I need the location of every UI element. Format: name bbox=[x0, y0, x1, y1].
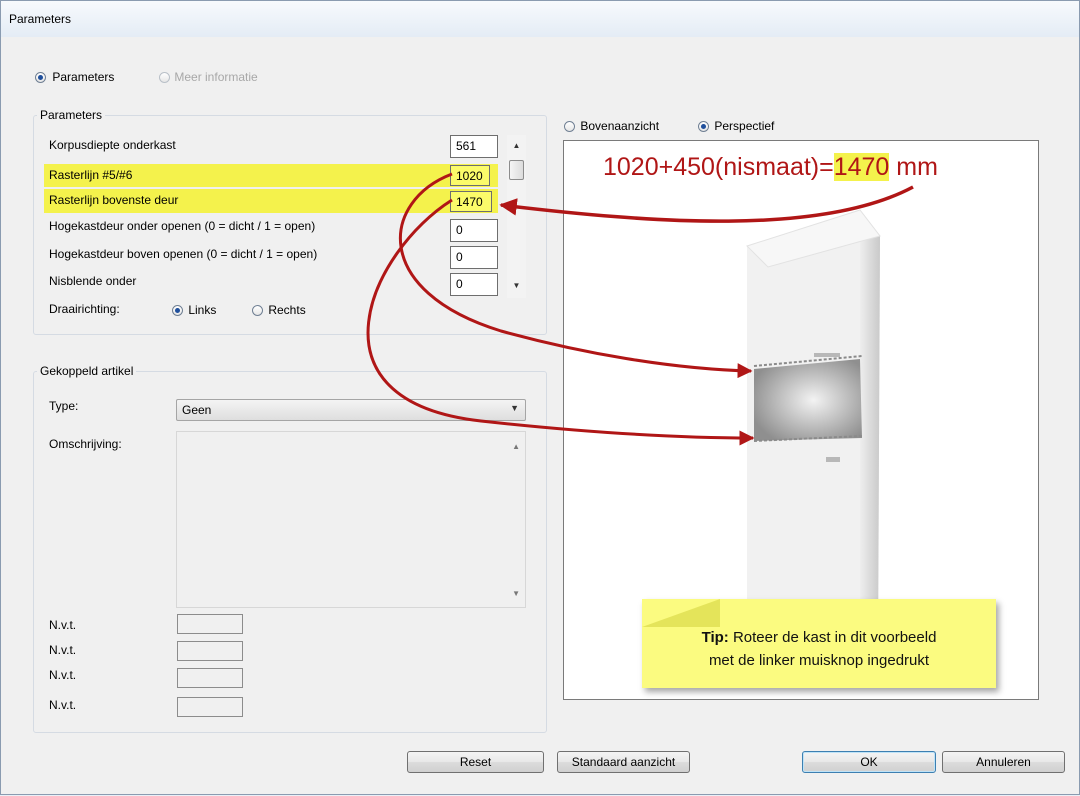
textarea-scroll-down-icon[interactable]: ▼ bbox=[512, 589, 520, 598]
radio-meer-informatie-label: Meer informatie bbox=[174, 70, 258, 84]
type-dropdown[interactable]: Geen ▼ bbox=[176, 399, 526, 421]
parameters-scrollbar-thumb[interactable] bbox=[509, 160, 524, 180]
tip-note: Tip: Roteer de kast in dit voorbeeld met… bbox=[642, 599, 996, 688]
tip-bold: Tip: bbox=[701, 629, 729, 646]
chevron-down-icon[interactable]: ▼ bbox=[510, 403, 519, 413]
radio-parameters-button[interactable] bbox=[35, 72, 46, 84]
ok-button[interactable]: OK bbox=[802, 751, 936, 773]
param-label-hogekastdeur-boven: Hogekastdeur boven openen (0 = dicht / 1… bbox=[49, 247, 318, 261]
radio-bovenaanzicht[interactable]: Bovenaanzicht bbox=[564, 119, 659, 133]
tip-note-fold bbox=[642, 599, 720, 627]
standaard-aanzicht-button[interactable]: Standaard aanzicht bbox=[557, 751, 690, 773]
radio-links[interactable]: Links bbox=[172, 303, 216, 317]
reset-button[interactable]: Reset bbox=[407, 751, 544, 773]
radio-bovenaanzicht-button[interactable] bbox=[564, 121, 575, 133]
formula-result: 1470 bbox=[833, 153, 890, 181]
tip-line-1: Tip: Roteer de kast in dit voorbeeld bbox=[642, 627, 996, 649]
omschrijving-label: Omschrijving: bbox=[49, 437, 122, 451]
type-label: Type: bbox=[49, 399, 79, 413]
nvt-field-2[interactable] bbox=[177, 641, 243, 661]
radio-rechts-button[interactable] bbox=[252, 305, 263, 317]
annotation-formula: 1020+450(nismaat)=1470 mm bbox=[603, 153, 938, 182]
param-label-korpusdiepte: Korpusdiepte onderkast bbox=[49, 138, 176, 152]
parameters-scrollbar[interactable]: ▲ ▼ bbox=[507, 135, 526, 298]
radio-bovenaanzicht-label: Bovenaanzicht bbox=[580, 119, 660, 133]
radio-parameters[interactable]: Parameters bbox=[35, 70, 114, 84]
radio-perspectief-button[interactable] bbox=[698, 121, 709, 133]
radio-perspectief[interactable]: Perspectief bbox=[698, 119, 774, 133]
radio-parameters-label: Parameters bbox=[52, 70, 115, 84]
draairichting-label: Draairichting: bbox=[49, 302, 120, 316]
formula-text: 1020+450(nismaat)= bbox=[603, 153, 834, 181]
radio-links-label: Links bbox=[188, 303, 217, 317]
nvt-field-3[interactable] bbox=[177, 668, 243, 688]
annuleren-button[interactable]: Annuleren bbox=[942, 751, 1065, 773]
scroll-up-arrow-icon[interactable]: ▲ bbox=[507, 141, 526, 150]
title-bar: Parameters bbox=[1, 1, 1079, 37]
param-input-rasterlijn-bovenste-deur[interactable]: 1470 bbox=[450, 191, 492, 212]
nvt-label-4: N.v.t. bbox=[49, 698, 77, 712]
tip-line-2: met de linker muisknop ingedrukt bbox=[708, 652, 930, 669]
radio-meer-informatie[interactable]: Meer informatie bbox=[159, 70, 258, 84]
omschrijving-textarea[interactable]: ▲ ▼ bbox=[176, 431, 526, 608]
param-label-nisblende-onder: Nisblende onder bbox=[49, 274, 137, 288]
gekoppeld-artikel-label: Gekoppeld artikel bbox=[37, 364, 137, 378]
scroll-down-arrow-icon[interactable]: ▼ bbox=[507, 281, 526, 290]
nvt-label-3: N.v.t. bbox=[49, 668, 77, 682]
radio-perspectief-label: Perspectief bbox=[714, 119, 775, 133]
param-label-hogekastdeur-onder: Hogekastdeur onder openen (0 = dicht / 1… bbox=[49, 219, 316, 233]
param-label-rasterlijn-bovenste-deur: Rasterlijn bovenste deur bbox=[49, 193, 179, 207]
radio-rechts-label: Rechts bbox=[268, 303, 306, 317]
nvt-field-4[interactable] bbox=[177, 697, 243, 717]
param-label-rasterlijn-5-6: Rasterlijn #5/#6 bbox=[49, 168, 133, 182]
radio-links-button[interactable] bbox=[172, 305, 183, 317]
param-input-rasterlijn-5-6[interactable]: 1020 bbox=[450, 165, 490, 186]
parameters-group-label: Parameters bbox=[37, 108, 106, 122]
tip-line-1-text: Roteer de kast in dit voorbeeld bbox=[728, 629, 937, 646]
nvt-field-1[interactable] bbox=[177, 614, 243, 634]
param-input-nisblende-onder[interactable]: 0 bbox=[450, 273, 498, 296]
window-title: Parameters bbox=[9, 12, 72, 26]
textarea-scroll-up-icon[interactable]: ▲ bbox=[512, 442, 520, 451]
type-dropdown-value: Geen bbox=[182, 403, 212, 417]
nvt-label-1: N.v.t. bbox=[49, 618, 77, 632]
formula-unit: mm bbox=[889, 153, 938, 181]
param-input-korpusdiepte[interactable]: 561 bbox=[450, 135, 498, 158]
param-input-hogekastdeur-onder[interactable]: 0 bbox=[450, 219, 498, 242]
radio-meer-informatie-button[interactable] bbox=[159, 72, 170, 84]
param-input-hogekastdeur-boven[interactable]: 0 bbox=[450, 246, 498, 269]
nvt-label-2: N.v.t. bbox=[49, 643, 77, 657]
parameters-dialog: Parameters Parameters Meer informatie Pa… bbox=[0, 0, 1080, 795]
radio-rechts[interactable]: Rechts bbox=[252, 303, 306, 317]
